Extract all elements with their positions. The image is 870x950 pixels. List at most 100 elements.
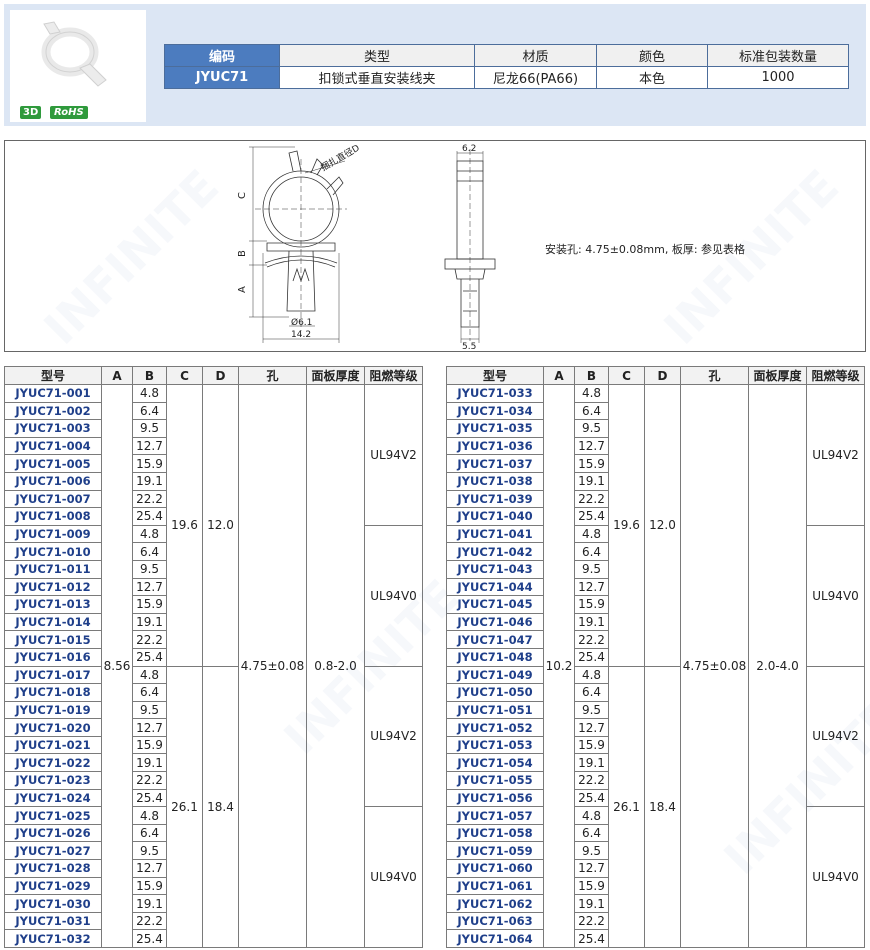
model-code: JYUC71-004 [4,436,102,456]
dim-c-value: 26.1 [166,665,203,948]
model-code: JYUC71-043 [446,559,544,579]
panel-thickness-value: 0.8-2.0 [306,384,365,948]
model-code: JYUC71-048 [446,647,544,667]
dim-b-value: 4.8 [132,524,167,544]
model-code: JYUC71-019 [4,700,102,720]
bundle-diameter-label: 捆扎直径D [319,142,362,174]
flame-rating-value: UL94V2 [806,384,865,526]
dim-d-value: 18.4 [644,665,681,948]
model-code: JYUC71-045 [446,595,544,614]
dim-b-value: 25.4 [574,647,609,667]
column-header: 面板厚度 [306,366,365,385]
dim-b-value: 15.9 [574,876,609,896]
dim-b-label: B [237,250,248,257]
dim-b-value: 19.1 [132,753,167,773]
model-code: JYUC71-050 [446,683,544,702]
dim-b-value: 22.2 [132,630,167,649]
model-code: JYUC71-064 [446,929,544,948]
column-header: 阻燃等级 [364,366,423,385]
dim-c-value: 19.6 [166,384,203,667]
flame-rating-value: UL94V2 [806,665,865,808]
dim-b-value: 6.4 [574,542,609,561]
model-code: JYUC71-059 [446,841,544,861]
column-header: C [166,366,203,385]
spec-header-type: 类型 [279,44,475,67]
dim-b-value: 9.5 [574,841,609,861]
model-table-right: 型号 A B C D 孔面板厚度 阻燃等级 JYUC71-033 10.2 4.8 19.6 12.0… [446,366,865,948]
spec-code: JYUC71 [164,66,280,89]
spec-header-code: 编码 [164,44,280,67]
dim-b-value: 25.4 [132,788,167,808]
dim-a-label: A [237,286,248,293]
column-header: D [202,366,239,385]
column-header: 孔 [680,366,749,385]
dim-b-value: 6.4 [132,823,167,843]
dim-b-value: 15.9 [574,735,609,755]
rohs-badge: RoHS [50,106,88,119]
install-note: 安装孔: 4.75±0.08mm, 板厚: 参见表格 [545,243,746,256]
dim-b-value: 4.8 [574,384,609,403]
column-header: D [644,366,681,385]
hole-value: 4.75±0.08 [680,384,749,948]
dim-b-value: 9.5 [574,419,609,438]
dim-b-value: 25.4 [574,929,609,948]
technical-drawing: C B A 捆扎直径D Ø6.1 14.2 6.2 5.5 安装孔: 4.75±… [4,140,866,352]
table-row: JYUC71-001 8.56 4.8 19.6 12.0 4.75±0.08 0.8-2.… [4,384,423,948]
model-code: JYUC71-015 [4,630,102,649]
dim-b-value: 6.4 [132,542,167,561]
spec-type: 扣锁式垂直安装线夹 [279,66,475,89]
model-code: JYUC71-007 [4,489,102,509]
spec-quantity: 1000 [707,66,849,89]
model-code: JYUC71-062 [446,894,544,913]
column-header: A [543,366,575,385]
dim-b-value: 12.7 [132,718,167,737]
dim-b-value: 12.7 [574,577,609,597]
model-code: JYUC71-039 [446,489,544,509]
spec-table: 编码 类型 材质 颜色 标准包装数量 JYUC71 扣锁式垂直安装线夹 尼龙66… [164,44,849,89]
dim-b-value: 19.1 [574,471,609,491]
dim-b-value: 22.2 [132,771,167,790]
dim-d-value: 12.0 [202,384,239,667]
model-code: JYUC71-060 [446,859,544,878]
column-header: A [101,366,133,385]
column-header: 阻燃等级 [806,366,865,385]
model-code: JYUC71-029 [4,876,102,896]
dim-b-value: 19.1 [132,612,167,632]
dim-b-value: 19.1 [574,612,609,632]
dim-b-value: 6.4 [574,823,609,843]
model-code: JYUC71-016 [4,647,102,667]
dim-d-value: 18.4 [202,665,239,948]
dim-b-value: 15.9 [132,876,167,896]
dim-b-value: 9.5 [132,419,167,438]
dim-a-value: 10.2 [543,384,575,948]
dim-b-value: 12.7 [574,436,609,456]
dim-b-value: 9.5 [574,559,609,579]
model-code: JYUC71-054 [446,753,544,773]
spec-material: 尼龙66(PA66) [474,66,597,89]
model-code: JYUC71-027 [4,841,102,861]
dim-b-value: 12.7 [132,577,167,597]
dim-b-value: 25.4 [132,929,167,948]
dim-b-value: 22.2 [574,489,609,509]
hole-diameter-label: Ø6.1 [291,317,312,328]
model-code: JYUC71-020 [4,718,102,737]
dim-b-value: 12.7 [132,859,167,878]
model-code: JYUC71-057 [446,806,544,825]
dim-b-value: 25.4 [132,507,167,526]
hole-value: 4.75±0.08 [238,384,307,948]
model-code: JYUC71-041 [446,524,544,544]
model-code: JYUC71-025 [4,806,102,825]
dim-b-value: 19.1 [574,753,609,773]
dim-b-value: 9.5 [132,559,167,579]
model-code: JYUC71-037 [446,454,544,473]
model-code: JYUC71-038 [446,471,544,491]
model-code: JYUC71-012 [4,577,102,597]
dim-b-value: 15.9 [574,595,609,614]
dim-b-value: 9.5 [574,700,609,720]
dim-c-value: 19.6 [608,384,645,667]
model-code: JYUC71-058 [446,823,544,843]
model-code: JYUC71-001 [4,384,102,403]
model-code: JYUC71-042 [446,542,544,561]
spec-color: 本色 [596,66,708,89]
column-header: C [608,366,645,385]
